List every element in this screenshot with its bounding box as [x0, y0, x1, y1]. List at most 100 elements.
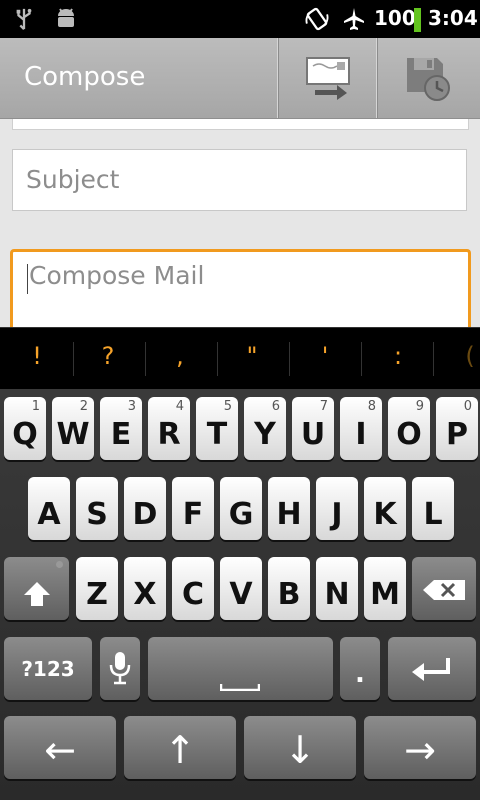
android-debug-icon [58, 8, 74, 27]
key-e[interactable]: E3 [100, 397, 142, 460]
key-l[interactable]: L [412, 477, 454, 540]
suggestion-item[interactable]: , [160, 342, 200, 370]
key-label: Q [12, 417, 38, 452]
key-alt-label: 6 [271, 399, 280, 414]
key-i[interactable]: I8 [340, 397, 382, 460]
key-m[interactable]: M [364, 557, 406, 620]
key-g[interactable]: G [220, 477, 262, 540]
key-s[interactable]: S [76, 477, 118, 540]
key-h[interactable]: H [268, 477, 310, 540]
save-draft-button[interactable] [376, 38, 475, 118]
send-button[interactable] [277, 38, 376, 118]
suggestion-item[interactable]: ! [17, 342, 57, 370]
compose-body-field[interactable]: Compose Mail [10, 249, 471, 332]
to-field[interactable] [12, 119, 469, 130]
key-c[interactable]: C [172, 557, 214, 620]
suggestion-item[interactable]: ? [88, 342, 128, 370]
enter-icon [412, 658, 450, 681]
key-y[interactable]: Y6 [244, 397, 286, 460]
body-placeholder: Compose Mail [29, 261, 205, 290]
key-u[interactable]: U7 [292, 397, 334, 460]
key-q[interactable]: Q1 [4, 397, 46, 460]
arrow-down-key[interactable]: ↓ [244, 716, 356, 779]
key-o[interactable]: O9 [388, 397, 430, 460]
key-n[interactable]: N [316, 557, 358, 620]
voice-input-key[interactable] [100, 637, 140, 700]
backspace-icon [423, 580, 465, 600]
key-t[interactable]: T5 [196, 397, 238, 460]
text-cursor [27, 264, 28, 294]
key-z[interactable]: Z [76, 557, 118, 620]
suggestion-strip: ! ? , " ' : ( [0, 327, 480, 390]
page-title: Compose [24, 62, 146, 92]
suggestion-item[interactable]: ' [305, 342, 345, 370]
subject-field[interactable]: Subject [12, 149, 467, 211]
save-draft-icon [407, 58, 450, 101]
symbols-key[interactable]: ?123 [4, 637, 92, 700]
send-icon [306, 57, 350, 100]
suggestion-item[interactable]: " [232, 342, 272, 370]
key-alt-label: 3 [127, 399, 136, 414]
period-key[interactable]: . [340, 637, 380, 700]
key-j[interactable]: J [316, 477, 358, 540]
enter-key[interactable] [388, 637, 476, 700]
key-k[interactable]: K [364, 477, 406, 540]
key-label: G [228, 497, 254, 532]
key-d[interactable]: D [124, 477, 166, 540]
action-bar: Compose [0, 38, 480, 119]
key-alt-label: 5 [223, 399, 232, 414]
key-v[interactable]: V [220, 557, 262, 620]
key-label: H [276, 497, 302, 532]
subject-placeholder: Subject [26, 165, 120, 194]
key-a[interactable]: A [28, 477, 70, 540]
arrow-up-key[interactable]: ↑ [124, 716, 236, 779]
key-r[interactable]: R4 [148, 397, 190, 460]
shift-indicator [56, 561, 63, 568]
key-alt-label: 2 [79, 399, 88, 414]
key-label: B [277, 577, 301, 612]
key-b[interactable]: B [268, 557, 310, 620]
usb-icon [16, 8, 32, 30]
key-label: M [370, 577, 400, 612]
key-alt-label: 0 [463, 399, 472, 414]
key-label: J [331, 497, 343, 532]
shift-icon [24, 582, 50, 606]
key-x[interactable]: X [124, 557, 166, 620]
battery-level: 100 [374, 6, 416, 30]
key-label: S [86, 497, 108, 532]
auto-rotate-icon [305, 7, 329, 31]
key-label: A [37, 497, 61, 532]
key-label: O [396, 417, 422, 452]
key-alt-label: 8 [367, 399, 376, 414]
key-p[interactable]: P0 [436, 397, 478, 460]
space-key[interactable] [148, 637, 333, 700]
key-label: F [182, 497, 204, 532]
clock: 3:04 [428, 6, 478, 30]
key-label: E [110, 417, 132, 452]
key-label: W [56, 417, 90, 452]
key-w[interactable]: W2 [52, 397, 94, 460]
key-label: L [423, 497, 443, 532]
key-label: I [355, 417, 367, 452]
delete-key[interactable] [412, 557, 476, 620]
key-label: Y [254, 417, 276, 452]
key-f[interactable]: F [172, 477, 214, 540]
key-alt-label: 4 [175, 399, 184, 414]
key-label: N [324, 577, 350, 612]
space-icon [220, 684, 260, 691]
shift-key[interactable] [4, 557, 69, 620]
key-label: R [157, 417, 181, 452]
microphone-icon [109, 652, 131, 685]
key-label: D [132, 497, 158, 532]
status-bar: 100 3:04 [0, 0, 480, 38]
key-label: P [446, 417, 468, 452]
arrow-left-key[interactable]: ← [4, 716, 116, 779]
soft-keyboard: ?123 . ← ↑ ↓ → Q1W2E3R4T5Y6U7I8O9P0ASDFG… [0, 389, 480, 800]
suggestion-item[interactable]: : [378, 342, 418, 370]
key-label: C [181, 577, 205, 612]
key-label: Z [86, 577, 108, 612]
suggestion-item[interactable]: ( [450, 342, 480, 370]
arrow-right-key[interactable]: → [364, 716, 476, 779]
key-label: V [229, 577, 253, 612]
compose-form: Subject Compose Mail [0, 119, 480, 332]
